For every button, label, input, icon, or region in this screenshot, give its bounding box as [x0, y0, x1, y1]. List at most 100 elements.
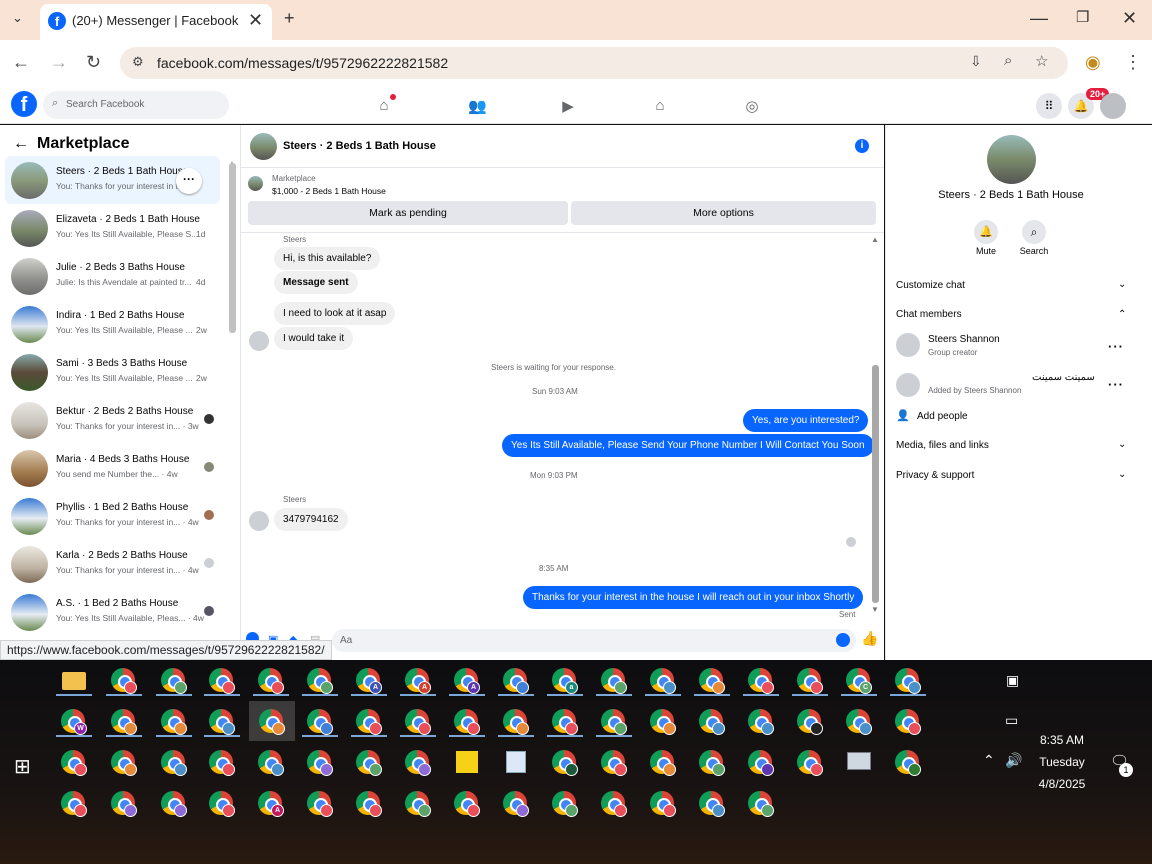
chrome-profile-icon[interactable] [694, 787, 730, 819]
chrome-profile-icon[interactable] [106, 664, 142, 696]
chrome-profile-icon[interactable] [743, 746, 779, 778]
chrome-profile-icon[interactable] [694, 746, 730, 778]
chrome-profile-icon[interactable] [547, 787, 583, 819]
account-avatar-icon[interactable] [1100, 93, 1126, 119]
chrome-profile-icon[interactable] [694, 705, 730, 737]
marketplace-icon[interactable]: ⌂ [651, 97, 669, 114]
search-label[interactable]: Search [1014, 246, 1054, 256]
chrome-profile-icon[interactable] [204, 746, 240, 778]
search-icon[interactable]: ⌕ [1022, 220, 1046, 244]
info-icon[interactable]: i [855, 139, 869, 153]
more-options-button[interactable]: More options [571, 201, 876, 225]
conversation-item[interactable]: Bektur · 2 Beds 2 Baths House You: Thank… [5, 396, 220, 444]
privacy-support-row[interactable]: Privacy & support [896, 470, 974, 481]
scroll-up-icon[interactable]: ▲ [871, 235, 879, 244]
chrome-profile-icon[interactable] [792, 746, 828, 778]
chrome-profile-icon[interactable] [302, 664, 338, 696]
chrome-profile-icon[interactable] [498, 705, 534, 737]
conversation-item[interactable]: Elizaveta · 2 Beds 1 Bath House You: Yes… [5, 204, 220, 252]
facebook-logo-icon[interactable]: f [11, 91, 37, 117]
chrome-profile-icon[interactable] [596, 705, 632, 737]
left-scrollbar[interactable] [229, 163, 236, 333]
chrome-profile-icon[interactable] [645, 705, 681, 737]
meet-now-icon[interactable]: ▣ [1006, 672, 1019, 689]
chrome-profile-icon[interactable]: A [253, 787, 289, 819]
chat-members-row[interactable]: Chat members [896, 309, 962, 320]
conversation-item[interactable]: Julie · 2 Beds 3 Baths House Julie: Is t… [5, 252, 220, 300]
chrome-profile-icon[interactable] [204, 787, 240, 819]
media-files-row[interactable]: Media, files and links [896, 440, 989, 451]
member-name[interactable]: سمينت سمينت [1032, 372, 1095, 383]
chevron-down-icon[interactable]: ⌄ [1118, 279, 1126, 290]
chrome-profile-icon[interactable] [106, 787, 142, 819]
menu-grid-icon[interactable]: ⠿ [1036, 93, 1062, 119]
tray-chevron-up-icon[interactable]: ⌃ [983, 752, 995, 769]
chrome-profile-icon[interactable] [596, 664, 632, 696]
chrome-profile-icon[interactable]: a [547, 664, 583, 696]
member-more-icon[interactable]: ··· [1108, 339, 1124, 354]
close-tab-icon[interactable]: ✕ [248, 10, 263, 31]
chrome-profile-icon[interactable] [351, 705, 387, 737]
chrome-profile-icon[interactable] [547, 746, 583, 778]
chrome-profile-icon[interactable] [302, 787, 338, 819]
chrome-profile-icon[interactable] [156, 664, 192, 696]
chrome-profile-icon[interactable]: W [56, 705, 92, 737]
clock-time[interactable]: 8:35 AM [1022, 733, 1102, 747]
chrome-profile-icon[interactable] [156, 787, 192, 819]
restore-icon[interactable]: ❐ [1076, 8, 1089, 26]
chrome-profile-icon[interactable] [645, 746, 681, 778]
reload-icon[interactable]: ↻ [86, 52, 101, 73]
chrome-profile-icon[interactable] [694, 664, 730, 696]
chat-scrollbar[interactable] [872, 365, 879, 603]
chevron-up-icon[interactable]: ⌃ [1118, 309, 1126, 320]
conversation-item[interactable]: A.S. · 1 Bed 2 Baths House You: Yes Its … [5, 588, 220, 636]
minimize-icon[interactable]: — [1030, 8, 1048, 29]
close-window-icon[interactable]: ✕ [1122, 8, 1137, 29]
mute-label[interactable]: Mute [966, 246, 1006, 256]
chrome-profile-icon[interactable] [645, 664, 681, 696]
sticky-notes-icon[interactable] [449, 746, 485, 778]
member-name[interactable]: Steers Shannon [928, 334, 1000, 345]
friends-icon[interactable]: 👥 [468, 97, 487, 115]
chrome-profile-icon[interactable] [156, 746, 192, 778]
chrome-profile-icon[interactable] [498, 787, 534, 819]
chrome-profile-icon[interactable] [449, 787, 485, 819]
tab-search-icon[interactable]: ⌄ [12, 10, 23, 26]
site-info-icon[interactable]: ⚙ [132, 54, 144, 70]
chrome-profile-icon[interactable]: A [400, 664, 436, 696]
like-thumb-icon[interactable]: 👍 [861, 630, 878, 647]
emoji-icon[interactable] [836, 633, 850, 647]
forward-icon[interactable]: → [50, 52, 68, 73]
chrome-profile-icon[interactable] [890, 746, 926, 778]
chevron-down-icon[interactable]: ⌄ [1118, 439, 1126, 450]
add-person-icon[interactable]: 👤 [896, 409, 910, 422]
clock-day[interactable]: Tuesday [1022, 755, 1102, 769]
text-editor-icon[interactable] [498, 746, 534, 778]
menu-kebab-icon[interactable]: ⋮ [1124, 52, 1142, 73]
chrome-profile-icon[interactable] [253, 746, 289, 778]
chrome-profile-icon[interactable] [56, 746, 92, 778]
facebook-search-input[interactable]: ⌕ Search Facebook [43, 91, 229, 119]
chrome-profile-icon[interactable] [449, 705, 485, 737]
chrome-profile-icon[interactable] [400, 787, 436, 819]
profile-icon[interactable]: ◉ [1085, 52, 1101, 73]
chrome-profile-icon[interactable] [596, 746, 632, 778]
back-arrow-icon[interactable]: ← [13, 135, 29, 153]
chrome-profile-icon[interactable] [547, 705, 583, 737]
chrome-profile-icon[interactable] [841, 705, 877, 737]
mark-as-pending-button[interactable]: Mark as pending [248, 201, 568, 225]
chrome-profile-icon[interactable] [743, 664, 779, 696]
chrome-profile-icon[interactable] [498, 664, 534, 696]
chat-profile-photo[interactable] [987, 135, 1036, 184]
chrome-profile-icon[interactable] [890, 705, 926, 737]
chrome-profile-icon[interactable] [400, 705, 436, 737]
install-app-icon[interactable]: ⇩ [970, 53, 982, 70]
conversation-item[interactable]: Indira · 1 Bed 2 Baths House You: Yes It… [5, 300, 220, 348]
chrome-profile-icon[interactable]: A [351, 664, 387, 696]
zoom-icon[interactable]: ⌕ [1004, 52, 1012, 69]
scroll-down-icon[interactable]: ▼ [871, 605, 879, 614]
chrome-profile-icon[interactable] [302, 746, 338, 778]
volume-icon[interactable]: 🔊 [1005, 752, 1022, 769]
chrome-profile-icon[interactable] [792, 705, 828, 737]
chrome-profile-icon[interactable] [204, 705, 240, 737]
